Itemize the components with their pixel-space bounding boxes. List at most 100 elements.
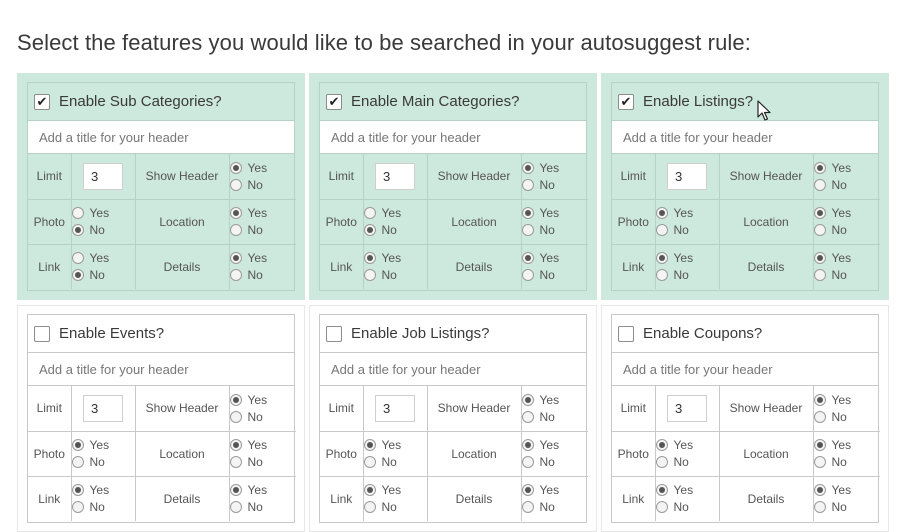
header-title-input[interactable] (320, 121, 586, 154)
photo-option-yes[interactable]: Yes (71, 205, 135, 222)
show-header-option-yes[interactable]: Yes (521, 159, 589, 176)
location-option-no[interactable]: No (521, 454, 589, 471)
details-radio-yes[interactable] (229, 484, 242, 497)
details-option-no[interactable]: No (521, 499, 589, 516)
enable-checkbox[interactable]: ✔ (34, 93, 50, 110)
photo-radio-yes[interactable] (71, 439, 84, 451)
photo-option-no[interactable]: No (655, 454, 719, 471)
photo-radio-yes[interactable] (655, 207, 668, 219)
limit-input[interactable] (667, 162, 707, 190)
location-radio-no[interactable] (813, 224, 826, 236)
details-radio-yes[interactable] (813, 252, 826, 265)
enable-checkbox[interactable] (618, 325, 634, 342)
show-header-radio-yes[interactable] (813, 161, 826, 174)
location-option-yes[interactable]: Yes (813, 437, 881, 454)
details-radio-yes[interactable] (521, 252, 534, 265)
show-header-option-no[interactable]: No (813, 408, 881, 425)
location-option-yes[interactable]: Yes (229, 437, 297, 454)
photo-radio-no[interactable] (363, 224, 376, 236)
link-option-no[interactable]: No (655, 499, 719, 516)
header-title-input[interactable] (612, 121, 878, 154)
show-header-option-yes[interactable]: Yes (229, 159, 297, 176)
header-title-input[interactable] (28, 121, 294, 154)
location-option-yes[interactable]: Yes (813, 205, 881, 222)
location-radio-no[interactable] (229, 224, 242, 236)
link-option-yes[interactable]: Yes (655, 482, 719, 499)
link-option-no[interactable]: No (71, 267, 135, 284)
link-radio-no[interactable] (71, 501, 84, 514)
enable-checkbox[interactable]: ✔ (326, 93, 342, 110)
location-radio-yes[interactable] (813, 439, 826, 451)
show-header-radio-no[interactable] (521, 178, 534, 191)
photo-option-no[interactable]: No (655, 222, 719, 239)
show-header-option-no[interactable]: No (229, 176, 297, 193)
location-option-no[interactable]: No (229, 454, 297, 471)
location-option-yes[interactable]: Yes (521, 437, 589, 454)
details-radio-yes[interactable] (521, 484, 534, 497)
show-header-radio-no[interactable] (229, 410, 242, 423)
link-option-yes[interactable]: Yes (363, 482, 427, 499)
location-option-yes[interactable]: Yes (229, 205, 297, 222)
enable-checkbox[interactable]: ✔ (618, 93, 634, 110)
location-radio-yes[interactable] (229, 439, 242, 451)
photo-option-yes[interactable]: Yes (363, 437, 427, 454)
link-radio-no[interactable] (363, 269, 376, 282)
link-option-no[interactable]: No (71, 499, 135, 516)
details-option-yes[interactable]: Yes (521, 250, 589, 267)
show-header-radio-yes[interactable] (229, 393, 242, 406)
limit-input[interactable] (667, 394, 707, 422)
link-radio-yes[interactable] (71, 484, 84, 497)
link-option-yes[interactable]: Yes (71, 482, 135, 499)
photo-option-no[interactable]: No (71, 222, 135, 239)
location-option-no[interactable]: No (229, 222, 297, 239)
location-option-no[interactable]: No (813, 222, 881, 239)
photo-option-no[interactable]: No (71, 454, 135, 471)
photo-radio-yes[interactable] (71, 207, 84, 219)
photo-option-no[interactable]: No (363, 222, 427, 239)
location-option-yes[interactable]: Yes (521, 205, 589, 222)
show-header-option-no[interactable]: No (521, 408, 589, 425)
limit-input[interactable] (83, 394, 123, 422)
show-header-radio-no[interactable] (521, 410, 534, 423)
photo-radio-no[interactable] (655, 456, 668, 468)
details-option-yes[interactable]: Yes (521, 482, 589, 499)
location-radio-yes[interactable] (813, 207, 826, 219)
photo-option-yes[interactable]: Yes (71, 437, 135, 454)
link-option-yes[interactable]: Yes (655, 250, 719, 267)
location-radio-yes[interactable] (229, 207, 242, 219)
photo-radio-yes[interactable] (363, 439, 376, 451)
details-option-yes[interactable]: Yes (229, 482, 297, 499)
details-option-no[interactable]: No (813, 499, 881, 516)
link-option-no[interactable]: No (363, 267, 427, 284)
header-title-input[interactable] (28, 353, 294, 386)
details-radio-no[interactable] (229, 269, 242, 282)
details-radio-no[interactable] (521, 501, 534, 514)
show-header-radio-yes[interactable] (521, 393, 534, 406)
location-radio-no[interactable] (813, 456, 826, 468)
location-radio-yes[interactable] (521, 439, 534, 451)
link-option-yes[interactable]: Yes (71, 250, 135, 267)
details-option-yes[interactable]: Yes (813, 250, 881, 267)
show-header-option-no[interactable]: No (813, 176, 881, 193)
header-title-input[interactable] (612, 353, 878, 386)
header-title-input[interactable] (320, 353, 586, 386)
photo-radio-no[interactable] (71, 456, 84, 468)
show-header-radio-no[interactable] (229, 178, 242, 191)
link-radio-yes[interactable] (655, 484, 668, 497)
show-header-option-no[interactable]: No (229, 408, 297, 425)
location-option-no[interactable]: No (813, 454, 881, 471)
location-radio-no[interactable] (229, 456, 242, 468)
show-header-radio-yes[interactable] (229, 161, 242, 174)
details-radio-yes[interactable] (229, 252, 242, 265)
show-header-option-yes[interactable]: Yes (521, 391, 589, 408)
show-header-option-no[interactable]: No (521, 176, 589, 193)
limit-input[interactable] (375, 162, 415, 190)
link-option-no[interactable]: No (655, 267, 719, 284)
link-option-yes[interactable]: Yes (363, 250, 427, 267)
show-header-radio-no[interactable] (813, 410, 826, 423)
location-radio-yes[interactable] (521, 207, 534, 219)
details-radio-no[interactable] (521, 269, 534, 282)
link-radio-no[interactable] (363, 501, 376, 514)
limit-input[interactable] (83, 162, 123, 190)
enable-checkbox[interactable] (34, 325, 50, 342)
